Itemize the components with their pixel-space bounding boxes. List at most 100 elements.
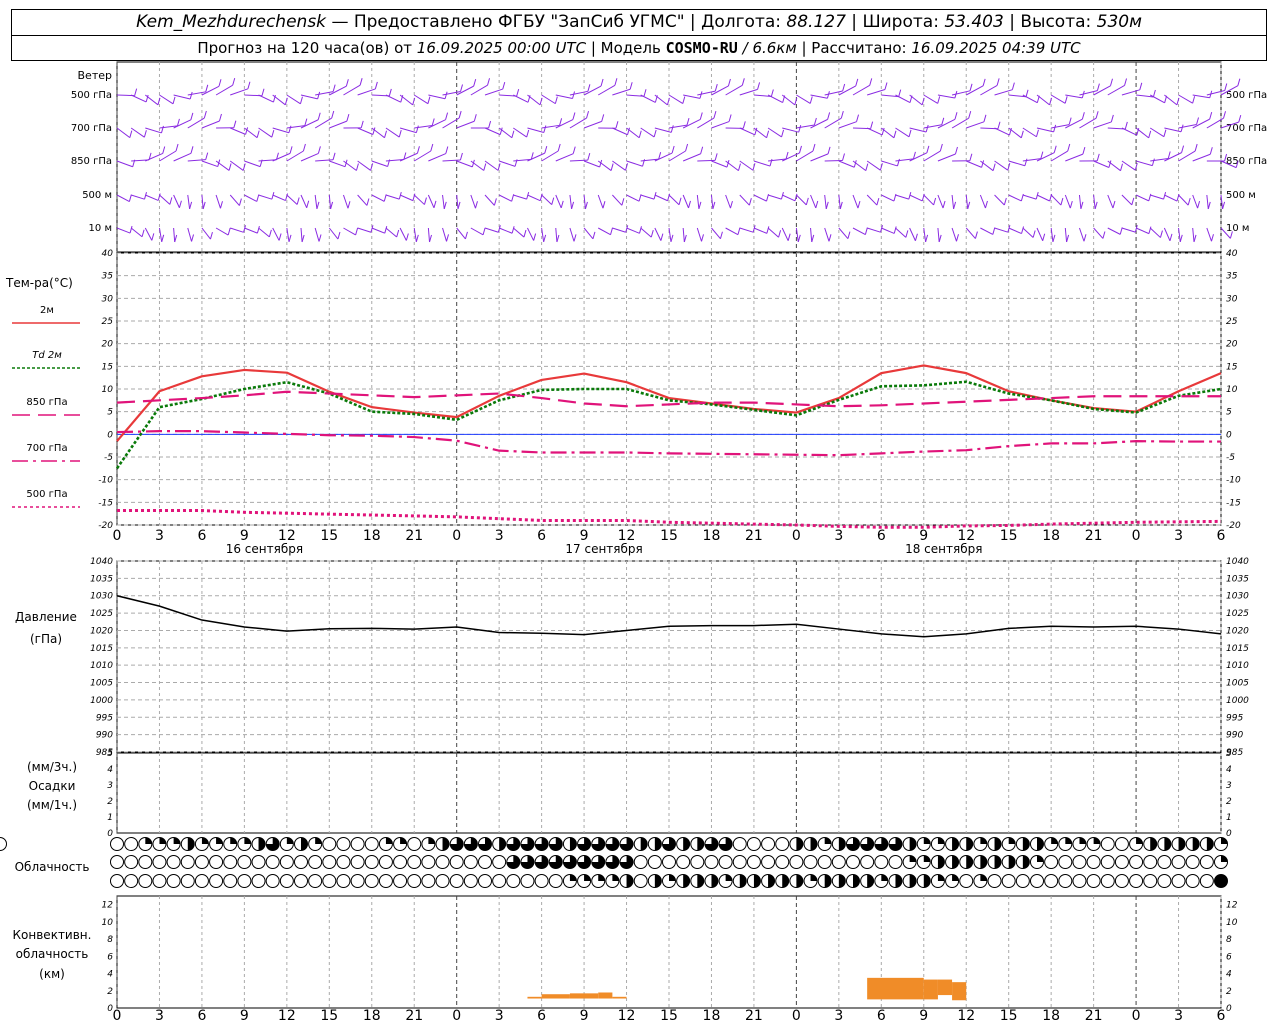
- wind-level-label: 500 м: [82, 190, 112, 201]
- wind-barb-feather: [638, 130, 642, 138]
- wind-barb: [612, 160, 626, 171]
- cloud-cover-fill: [1079, 837, 1086, 844]
- wind-barb-feather: [572, 91, 576, 99]
- wind-barb-feather: [953, 201, 957, 210]
- wind-barb-feather: [203, 110, 207, 119]
- wind-barb-feather: [670, 234, 674, 242]
- wind-barb-feather: [543, 125, 547, 133]
- cloud-cover-symbol: [180, 874, 195, 888]
- x-tick-label: 3: [155, 528, 164, 544]
- wind-barb-feather: [787, 233, 791, 241]
- conv-tick-left: 10: [102, 918, 114, 928]
- wind-barb-feather: [1192, 96, 1196, 104]
- wind-barb: [527, 227, 535, 241]
- cloud-cover-fill: [994, 837, 1002, 851]
- wind-barb-feather: [423, 197, 427, 205]
- wind-barb-feather: [825, 201, 829, 210]
- cloud-cover-symbol: [350, 837, 365, 851]
- wind-barb-feather: [511, 226, 515, 234]
- wind-barb: [513, 94, 529, 103]
- cloud-cover-symbol: [322, 874, 337, 888]
- wind-barb: [725, 227, 739, 236]
- wind-barb: [909, 94, 923, 106]
- wind-barb: [1192, 194, 1199, 209]
- wind-barb-feather: [592, 231, 596, 239]
- cloud-cover-fill: [725, 874, 733, 881]
- wind-barb: [272, 194, 286, 201]
- x-tick-label: 0: [1132, 528, 1141, 544]
- wind-barb: [158, 227, 163, 242]
- wind-barb-feather: [1131, 197, 1135, 206]
- cloud-cover-symbol: [1114, 874, 1129, 888]
- wind-barb: [923, 194, 934, 206]
- wind-barb-feather: [982, 78, 986, 86]
- wind-barb-feather: [969, 83, 973, 91]
- x-tick-label-bottom: 15: [660, 1008, 678, 1024]
- wind-barb: [711, 227, 721, 240]
- wind-barb-feather: [688, 200, 691, 209]
- wind-barb-feather: [551, 197, 555, 205]
- cloud-cover-symbol: [449, 855, 464, 869]
- wind-barb-feather: [304, 118, 308, 126]
- wind-barb-feather: [1096, 153, 1100, 162]
- wind-barb: [427, 194, 435, 209]
- temperature-tick-left: -5: [104, 453, 113, 463]
- wind-barb: [258, 227, 270, 238]
- cloud-cover-symbol: [336, 855, 351, 869]
- cloud-cover-fill: [1037, 855, 1044, 862]
- conv-title-1: Конвективн.: [13, 928, 92, 942]
- wind-barb-feather: [699, 112, 703, 120]
- cloud-cover-symbol: [223, 874, 238, 888]
- cloud-cover-symbol: [520, 874, 535, 888]
- wind-level-label: 850 гПа: [71, 156, 112, 167]
- wind-barb-feather: [554, 96, 558, 104]
- wind-barb-feather: [526, 129, 530, 138]
- wind-barb-feather: [523, 229, 527, 238]
- wind-barb-feather: [228, 163, 232, 171]
- conv-title-2: облачность: [16, 947, 89, 961]
- cloud-cover-fill: [315, 837, 322, 844]
- cloud-cover-fill: [923, 855, 931, 862]
- cloud-cover-symbol: [322, 837, 337, 851]
- cloud-cover-symbol: [761, 855, 776, 869]
- wind-barb: [626, 160, 643, 167]
- wind-barb-feather: [355, 227, 359, 236]
- precip-title: Осадки: [29, 779, 76, 793]
- wind-barb-feather: [686, 118, 690, 126]
- wind-barb-feather: [1032, 230, 1036, 238]
- wind-barb: [923, 94, 938, 104]
- wind-barb-feather: [712, 201, 716, 210]
- x-tick-label-bottom: 0: [792, 1008, 801, 1024]
- cloud-cover-symbol: [1185, 855, 1200, 869]
- wind-barb-feather: [458, 110, 462, 119]
- pressure-tick-right: 1015: [1226, 644, 1249, 654]
- wind-barb-feather: [1180, 124, 1184, 132]
- wind-barb-feather: [1068, 117, 1072, 125]
- wind-barb: [866, 194, 878, 206]
- wind-barb: [413, 94, 429, 105]
- temperature-title: Тем-ра(°С): [5, 276, 73, 290]
- x-tick-label-bottom: 21: [745, 1008, 763, 1024]
- wind-barb: [852, 84, 870, 96]
- x-tick-label: 3: [834, 528, 843, 544]
- cloud-cover-symbol: [775, 837, 790, 851]
- cloud-cover-fill: [824, 874, 832, 888]
- wind-barb-feather: [1159, 230, 1163, 238]
- wind-barb-feather: [685, 143, 689, 152]
- wind-barb-feather: [811, 234, 815, 243]
- wind-barb-feather: [162, 146, 166, 154]
- wind-barb: [1008, 160, 1026, 167]
- wind-barb: [1022, 227, 1034, 238]
- cloud-cover-symbol: [647, 855, 662, 869]
- wind-level-label: 500 гПа: [71, 90, 112, 101]
- wind-barb: [215, 194, 221, 209]
- cloud-cover-symbol: [421, 855, 436, 869]
- wind-barb: [739, 160, 754, 171]
- x-tick-label-bottom: 15: [320, 1008, 338, 1024]
- cloud-cover-fill: [937, 874, 945, 881]
- wind-barb: [767, 194, 782, 200]
- wind-barb-feather: [388, 88, 392, 97]
- cloud-cover-symbol: [704, 855, 719, 869]
- wind-barb: [357, 127, 374, 135]
- cloud-cover-symbol: [110, 855, 124, 869]
